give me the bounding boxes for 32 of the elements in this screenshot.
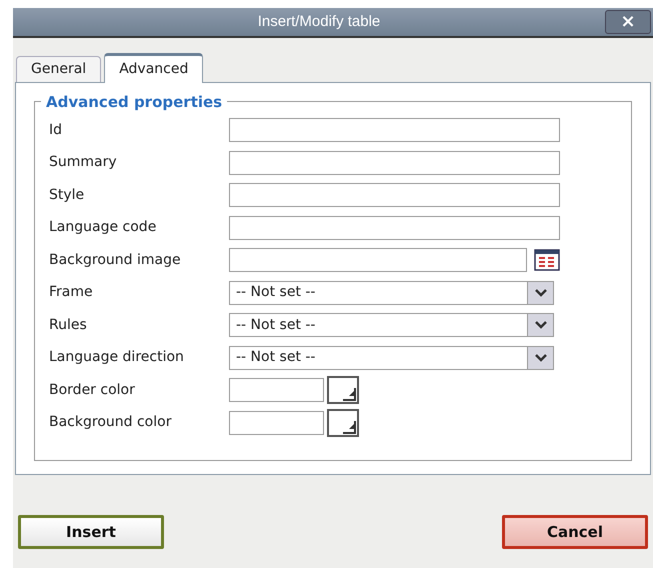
window-title: Insert/Modify table	[256, 12, 382, 32]
select-field[interactable]: -- Not set --	[229, 346, 554, 370]
field-label: Id	[49, 120, 64, 140]
select-field[interactable]: -- Not set --	[229, 280, 554, 305]
field-label: Style	[49, 186, 86, 205]
chevron-down-icon	[534, 321, 546, 330]
tab[interactable]: Advanced	[104, 53, 204, 83]
field-label: Border color	[49, 380, 136, 400]
text-field[interactable]	[229, 248, 527, 272]
field-label: Rules	[49, 316, 88, 335]
color-field[interactable]	[229, 378, 324, 402]
close-button[interactable]: ×	[605, 10, 651, 34]
field-label: Summary	[49, 153, 118, 172]
field-label: Background color	[49, 413, 172, 432]
insert-button[interactable]: Insert	[18, 515, 164, 549]
chevron-down-icon	[534, 354, 546, 362]
tab[interactable]: General	[16, 56, 102, 82]
chevron-down-icon	[534, 288, 546, 297]
color-picker-icon[interactable]	[327, 408, 359, 437]
color-field[interactable]	[229, 410, 324, 435]
browse-icon[interactable]	[534, 249, 560, 272]
text-field[interactable]	[229, 216, 560, 240]
field-label: Language code	[49, 218, 158, 238]
field-label: Language direction	[49, 348, 185, 368]
field-label: Background image	[49, 250, 182, 270]
field-label: Frame	[49, 283, 94, 302]
text-field[interactable]	[229, 150, 560, 175]
cancel-button[interactable]: Cancel	[502, 515, 648, 549]
text-field[interactable]	[229, 118, 560, 142]
text-field[interactable]	[229, 183, 560, 208]
color-picker-icon[interactable]	[327, 376, 359, 404]
select-field[interactable]: -- Not set --	[229, 313, 554, 338]
